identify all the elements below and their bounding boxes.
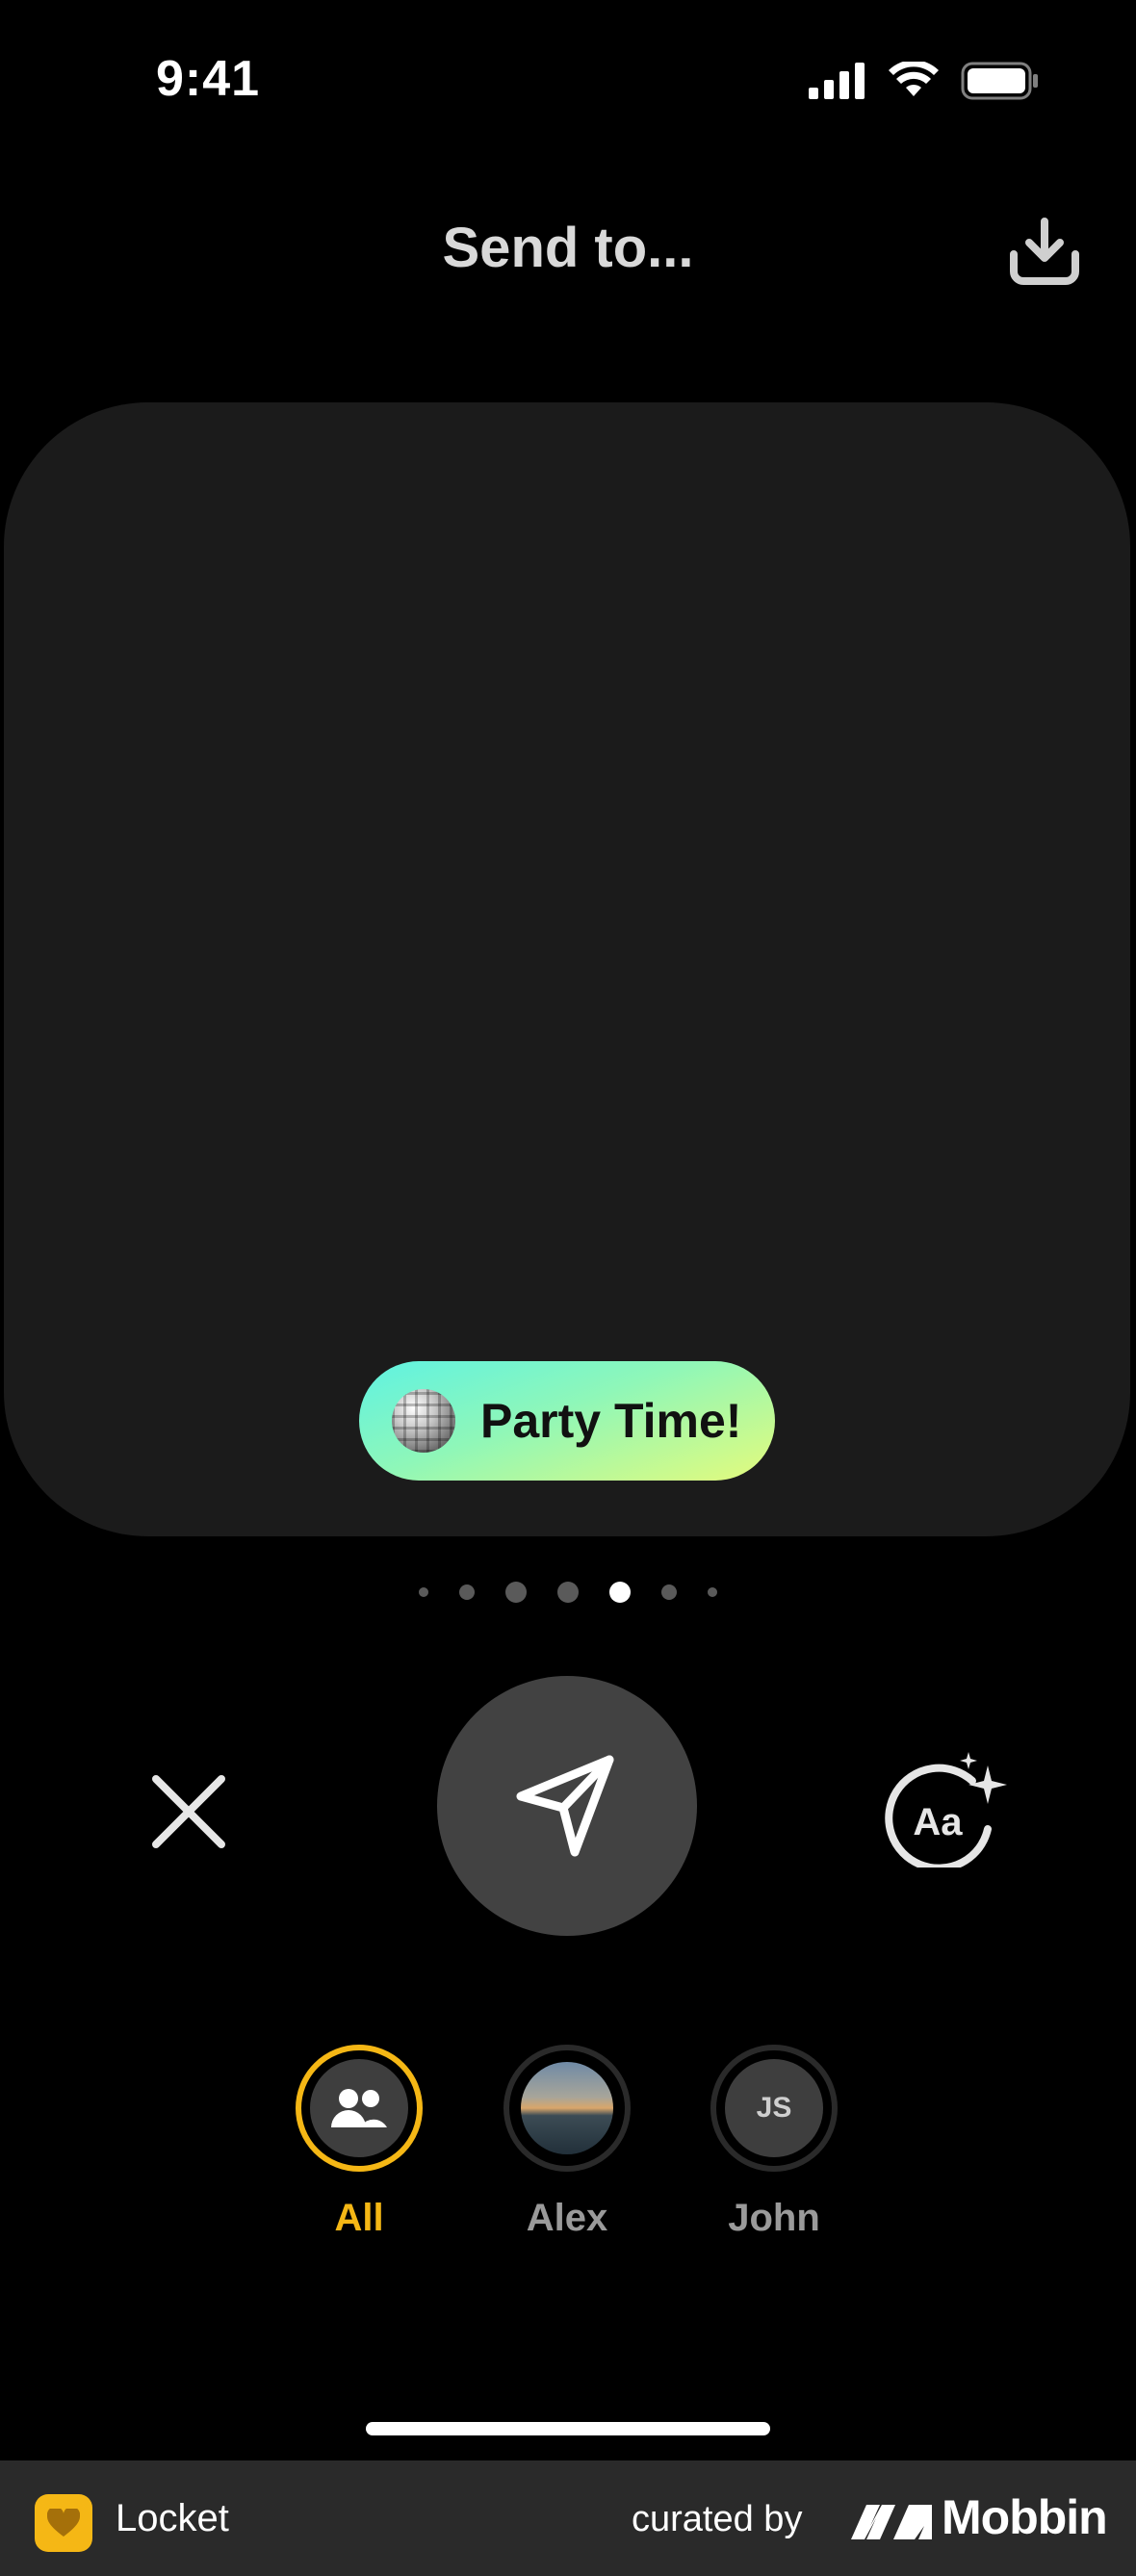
caption-text: Party Time! bbox=[480, 1394, 742, 1448]
avatar-photo bbox=[521, 2062, 613, 2154]
pager-dot[interactable] bbox=[459, 1584, 475, 1600]
recipient-label: John bbox=[728, 2197, 820, 2239]
close-button[interactable] bbox=[142, 1765, 235, 1858]
footer-brand: Mobbin bbox=[942, 2490, 1108, 2544]
page-title: Send to... bbox=[442, 217, 694, 279]
app-icon bbox=[35, 2494, 92, 2552]
avatar[interactable]: JS bbox=[710, 2045, 838, 2172]
pager-dot[interactable] bbox=[708, 1587, 717, 1597]
caption-style-pager[interactable] bbox=[0, 1575, 1136, 1610]
avatar[interactable] bbox=[503, 2045, 631, 2172]
disco-ball-icon bbox=[392, 1389, 455, 1453]
recipient-label: All bbox=[334, 2197, 384, 2239]
recipient-all[interactable]: All bbox=[272, 2045, 446, 2240]
avatar[interactable] bbox=[296, 2045, 423, 2172]
pager-dot[interactable] bbox=[419, 1587, 428, 1597]
status-time: 9:41 bbox=[156, 51, 261, 107]
download-button[interactable] bbox=[1001, 214, 1088, 291]
avatar-inner: JS bbox=[725, 2059, 823, 2157]
heart-icon bbox=[47, 2509, 80, 2537]
recipient-john[interactable]: JS John bbox=[687, 2045, 861, 2240]
download-icon bbox=[1010, 218, 1079, 285]
send-button[interactable] bbox=[437, 1676, 697, 1936]
pager-dot[interactable] bbox=[505, 1582, 527, 1603]
avatar-inner bbox=[310, 2059, 408, 2157]
battery-icon bbox=[961, 62, 1038, 100]
pager-dot[interactable] bbox=[661, 1584, 677, 1600]
close-icon bbox=[152, 1775, 225, 1848]
status-icons bbox=[809, 62, 1040, 100]
caption-style-button[interactable]: Aa bbox=[878, 1742, 1013, 1877]
text-style-sparkle-icon: Aa bbox=[885, 1752, 1007, 1868]
home-indicator[interactable] bbox=[366, 2422, 770, 2435]
wifi-icon bbox=[889, 62, 939, 96]
avatar-initials: JS bbox=[756, 2092, 792, 2124]
pager-dot[interactable] bbox=[557, 1582, 579, 1603]
caption-pill[interactable]: Party Time! bbox=[359, 1361, 775, 1481]
recipient-alex[interactable]: Alex bbox=[480, 2045, 654, 2240]
footer-app-name: Locket bbox=[116, 2497, 229, 2539]
footer-curated-by: curated by bbox=[632, 2499, 803, 2539]
recipient-label: Alex bbox=[526, 2197, 608, 2239]
signal-icon bbox=[809, 63, 865, 99]
svg-text:Aa: Aa bbox=[913, 1801, 963, 1843]
mobbin-logo-icon bbox=[851, 2505, 932, 2539]
send-icon bbox=[516, 1755, 614, 1857]
pager-dot-active[interactable] bbox=[609, 1582, 631, 1603]
group-icon bbox=[331, 2089, 387, 2127]
